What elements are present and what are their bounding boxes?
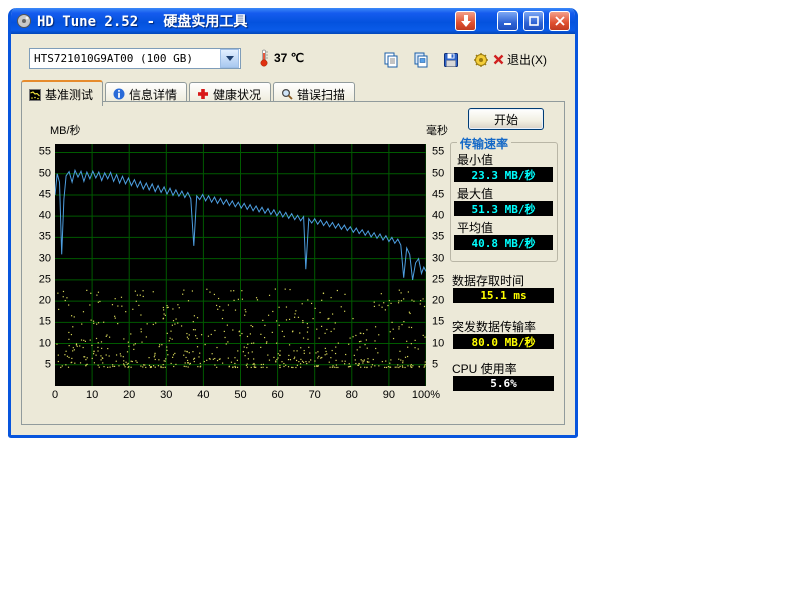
health-cross-icon [197,88,209,100]
exit-label: 退出(X) [507,51,547,68]
titlebar[interactable]: HD Tune 2.52 - 硬盘实用工具 [11,8,575,34]
desktop: HD Tune 2.52 - 硬盘实用工具 HTS721010G9AT00 (1… [0,0,800,600]
tab-health-label: 健康状况 [213,86,261,103]
benchmark-chart [55,144,426,386]
max-value: 51.3 MB/秒 [454,201,553,216]
temperature-value: 37 ℃ [274,51,304,65]
burst-rate-value: 80.0 MB/秒 [453,334,554,349]
burst-rate-label: 突发数据传输率 [452,318,536,335]
thermometer-icon [259,49,269,67]
right-axis-label: 毫秒 [426,122,448,138]
cpu-usage-value: 5.6% [453,376,554,391]
maximize-button[interactable] [523,11,544,31]
info-icon [113,88,125,100]
transfer-rate-group-title: 传输速率 [457,135,511,152]
window-body: HTS721010G9AT00 (100 GB) 37 ℃ [11,34,575,432]
close-button[interactable] [549,11,570,31]
exit-x-icon [493,54,504,65]
benchmark-tab-page: MB/秒 毫秒 555045403530252015105 5550454035… [21,101,565,425]
benchmark-icon [29,89,41,101]
tab-error-scan-label: 错误扫描 [297,86,345,103]
transfer-rate-group: 传输速率 最小值 23.3 MB/秒 最大值 51.3 MB/秒 平均值 40.… [450,142,558,262]
y-axis-left-ticks: 555045403530252015105 [28,144,52,386]
copy-screenshot-button[interactable] [409,49,433,71]
app-icon [16,13,32,29]
magnifier-icon [281,88,293,100]
toolbar-icons [379,49,493,71]
drive-select[interactable]: HTS721010G9AT00 (100 GB) [29,48,241,69]
tab-benchmark[interactable]: 基准测试 [21,80,103,106]
save-icon [443,52,459,68]
copy-screenshot-icon [413,52,429,68]
temperature-display: 37 ℃ [259,49,304,67]
window-title: HD Tune 2.52 - 硬盘实用工具 [37,11,450,31]
tab-benchmark-label: 基准测试 [45,86,93,103]
cpu-usage-label: CPU 使用率 [452,360,517,377]
avg-value: 40.8 MB/秒 [454,235,553,250]
chevron-down-icon[interactable] [220,49,239,68]
min-label: 最小值 [457,151,493,168]
exit-button[interactable]: 退出(X) [489,49,551,70]
access-time-label: 数据存取时间 [452,272,524,289]
drive-select-value: HTS721010G9AT00 (100 GB) [30,52,219,65]
options-icon [473,52,489,68]
left-axis-label: MB/秒 [50,122,81,138]
hdtune-window: HD Tune 2.52 - 硬盘实用工具 HTS721010G9AT00 (1… [8,8,578,438]
copy-text-icon [383,52,399,68]
minimize-button[interactable] [497,11,518,31]
save-button[interactable] [439,49,463,71]
access-time-value: 15.1 ms [453,288,554,303]
start-button[interactable]: 开始 [468,108,544,130]
max-label: 最大值 [457,185,493,202]
x-axis-ticks: 0102030405060708090100% [55,390,426,404]
tab-info-label: 信息详情 [129,86,177,103]
download-button[interactable] [455,11,476,31]
copy-text-button[interactable] [379,49,403,71]
avg-label: 平均值 [457,219,493,236]
min-value: 23.3 MB/秒 [454,167,553,182]
